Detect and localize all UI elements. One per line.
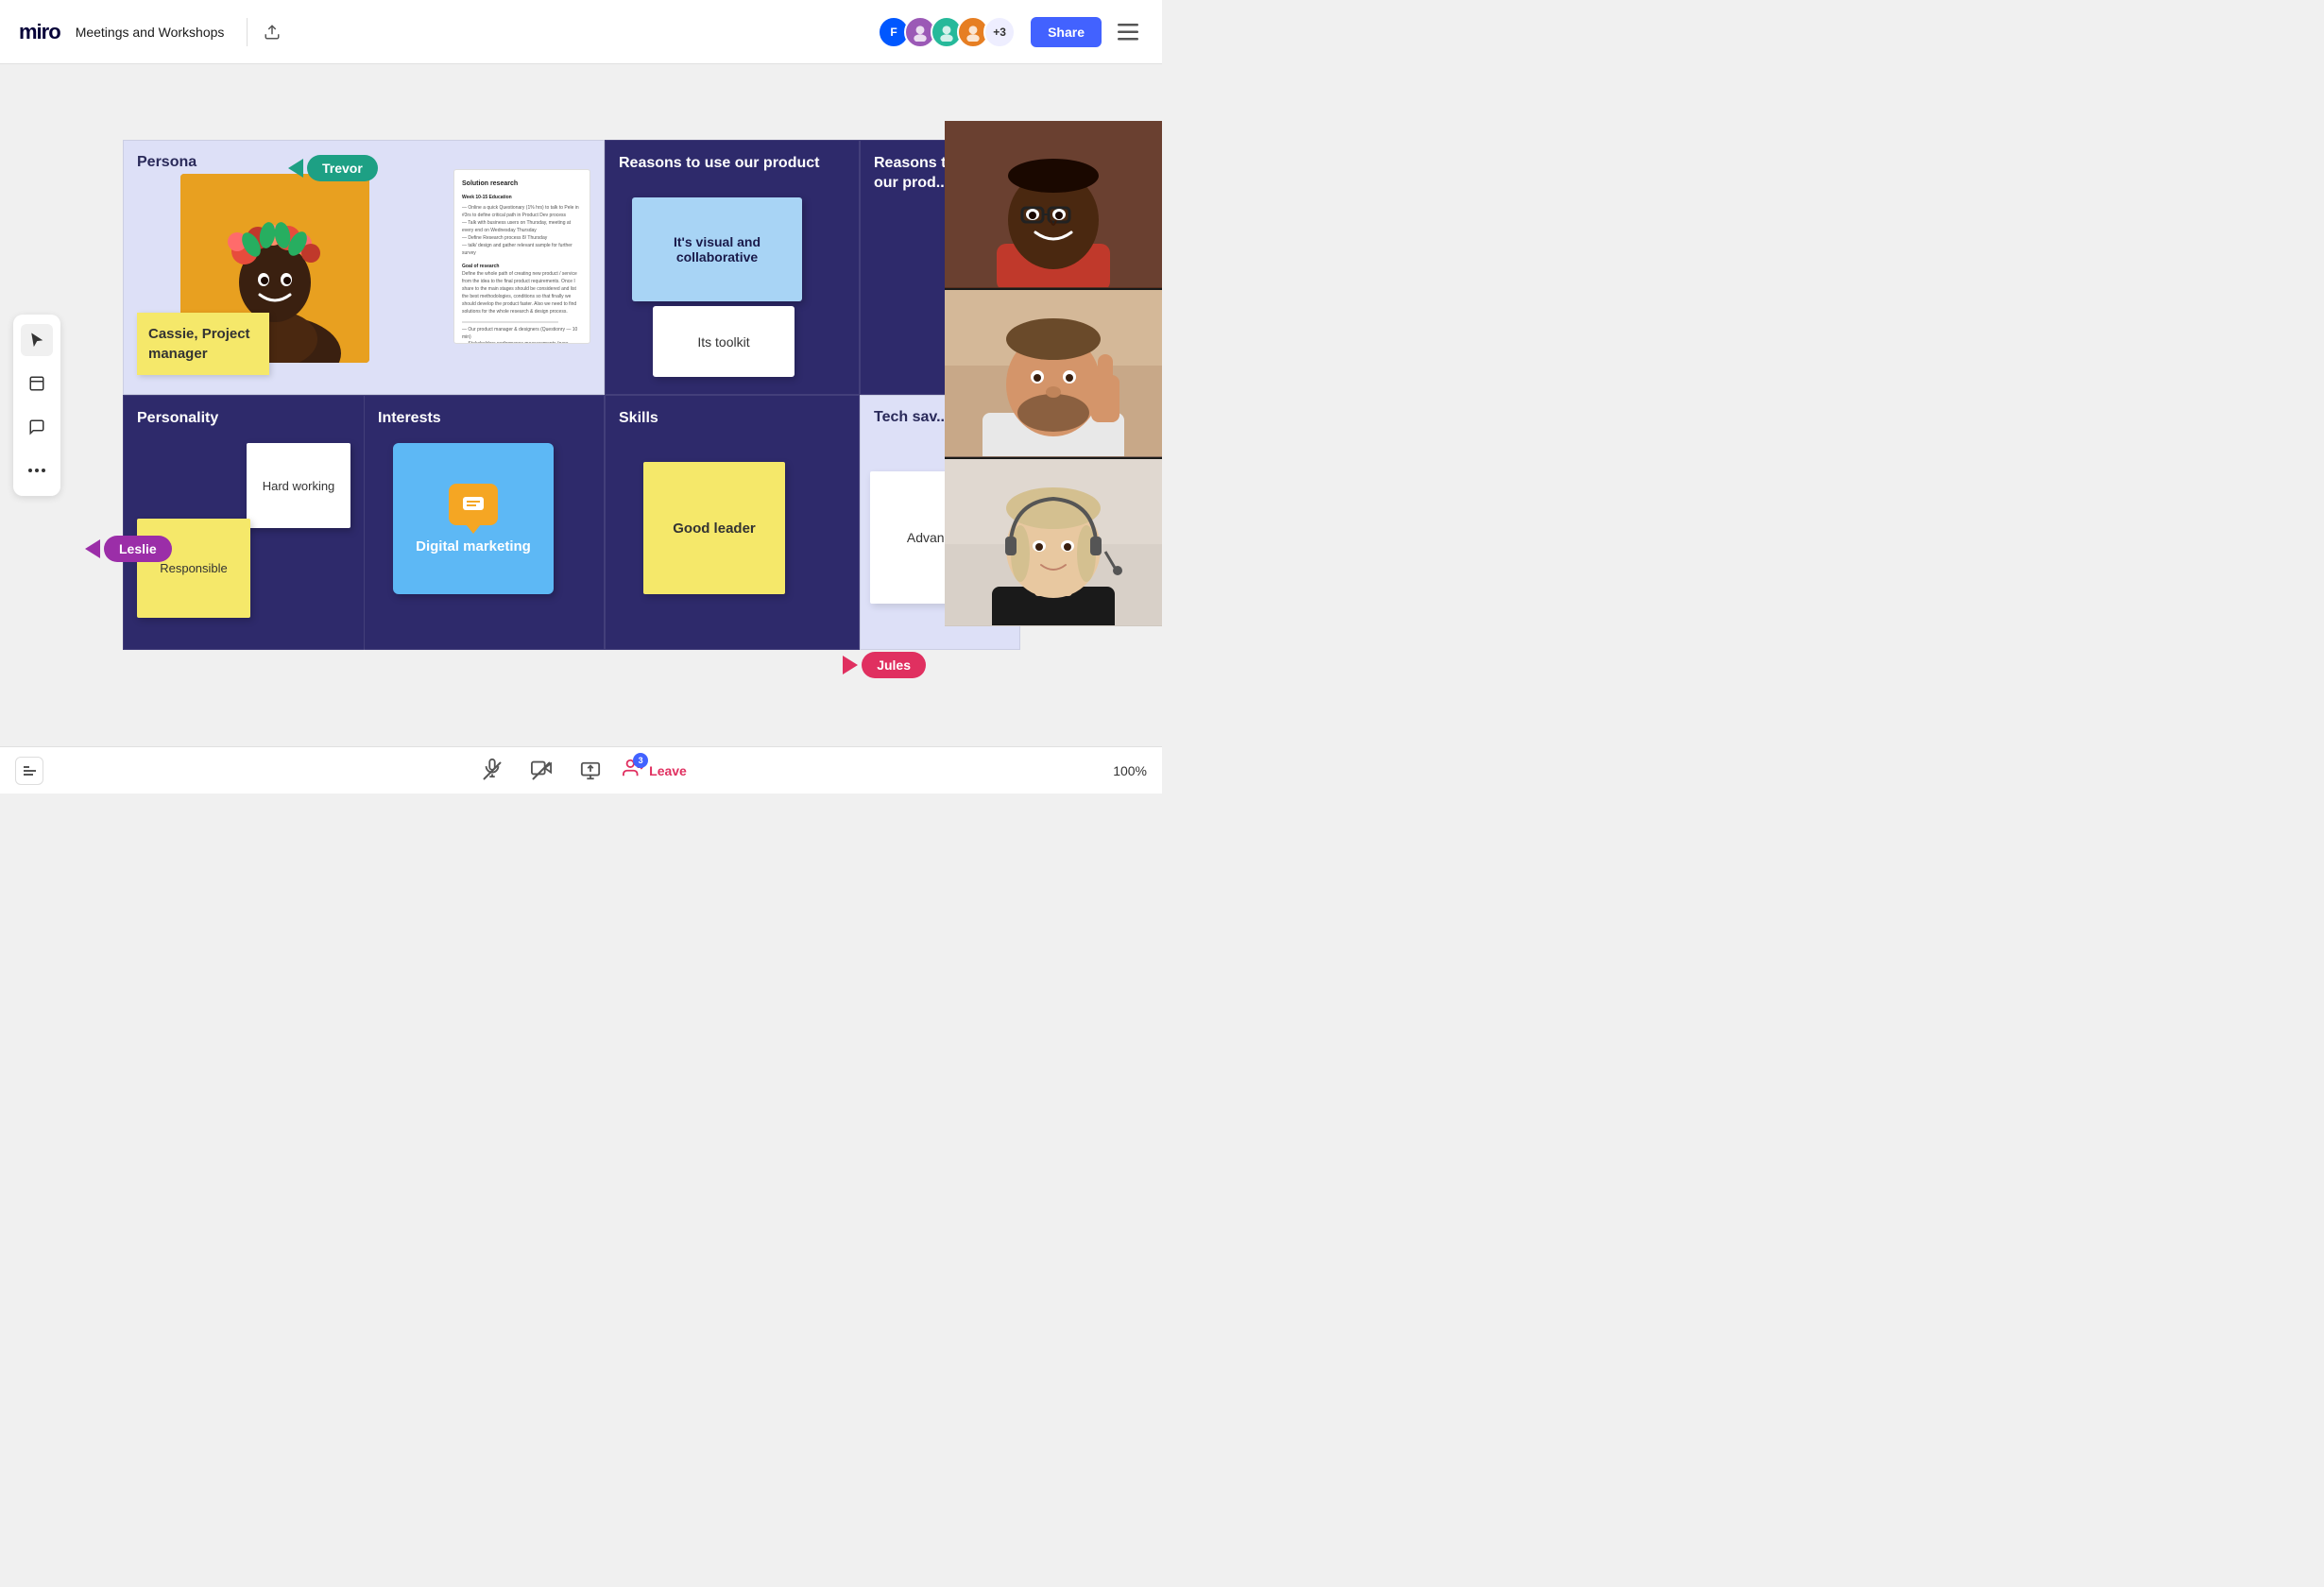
digital-marketing-card: Digital marketing	[393, 443, 554, 594]
responsible-note: Responsible	[137, 519, 250, 618]
select-tool[interactable]	[21, 324, 53, 356]
more-tools[interactable]	[21, 454, 53, 486]
share-button[interactable]: Share	[1031, 17, 1102, 47]
board-grid: Persona	[123, 140, 1020, 650]
chat-icon	[449, 484, 498, 525]
avatar-group: F +3	[878, 16, 1016, 48]
header-right: F +3 Share	[878, 16, 1143, 48]
trevor-cursor-arrow	[288, 159, 303, 178]
leslie-cursor-label: Leslie	[104, 536, 172, 562]
board-title: Meetings and Workshops	[76, 25, 225, 40]
jules-cursor-label: Jules	[862, 652, 926, 678]
board-container: Trevor Persona	[76, 121, 1162, 746]
personality-title: Personality	[137, 409, 350, 429]
left-toolbar	[13, 315, 60, 496]
good-leader-note: Good leader	[643, 462, 785, 594]
hamburger-menu-icon[interactable]	[1113, 17, 1143, 47]
leave-button[interactable]: 3 Leave	[623, 758, 687, 783]
bottom-bar: 3 Leave 100%	[0, 746, 1162, 794]
digital-marketing-label: Digital marketing	[416, 538, 531, 555]
document-card: Solution research Week 10-15 Education —…	[453, 169, 590, 344]
header-divider	[247, 18, 248, 46]
cell-skills: Skills Good leader	[605, 395, 860, 650]
reasons-note2: Its toolkit	[653, 306, 795, 377]
hardworking-note: Hard working	[247, 443, 350, 528]
cell-bottom-left: Personality Hard working Responsible Int…	[123, 395, 605, 650]
expand-panels-button[interactable]	[15, 757, 43, 785]
camera-off-icon[interactable]	[524, 754, 558, 788]
sub-cell-interests: Interests Digital marketing	[365, 396, 606, 651]
comment-tool[interactable]	[21, 411, 53, 443]
video-panel-2	[945, 290, 1162, 457]
reasons-note1: It's visual and collaborative	[632, 197, 802, 301]
sticky-note-tool[interactable]	[21, 367, 53, 400]
leslie-cursor-arrow	[85, 539, 100, 558]
jules-cursor: Jules	[843, 652, 926, 678]
cassie-note: Cassie, Project manager	[137, 313, 269, 375]
trevor-cursor: Trevor	[288, 155, 378, 181]
canvas[interactable]: Trevor Persona	[0, 64, 1162, 746]
sub-cell-personality: Personality Hard working Responsible	[124, 396, 365, 651]
leave-label: Leave	[649, 763, 687, 778]
skills-title: Skills	[619, 409, 846, 429]
microphone-off-icon[interactable]	[475, 754, 509, 788]
upload-icon[interactable]	[259, 19, 285, 45]
reasons-title: Reasons to use our product	[619, 154, 846, 174]
zoom-level: 100%	[1113, 763, 1147, 778]
screen-share-icon[interactable]	[573, 754, 607, 788]
bottom-center-controls: 3 Leave	[475, 754, 687, 788]
video-panel-1	[945, 121, 1162, 288]
video-panels	[945, 121, 1162, 626]
jules-cursor-arrow	[843, 656, 858, 674]
leslie-cursor: Leslie	[85, 536, 172, 562]
trevor-cursor-label: Trevor	[307, 155, 378, 181]
interests-title: Interests	[378, 409, 592, 429]
bottom-left-controls	[15, 757, 43, 785]
avatar-extra-count: +3	[983, 16, 1016, 48]
video-panel-3	[945, 459, 1162, 626]
cell-reasons: Reasons to use our product It's visual a…	[605, 140, 860, 395]
header: miro Meetings and Workshops F +3 Share	[0, 0, 1162, 64]
miro-logo: miro	[19, 20, 60, 44]
participant-count: 3	[633, 753, 648, 768]
